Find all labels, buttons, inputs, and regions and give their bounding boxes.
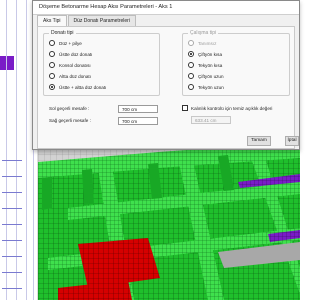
work-option-undefined: Tanımsız — [188, 39, 216, 47]
rebar-type-group-title: Donatı tipi — [49, 30, 76, 36]
radio-label: Üstte + altta düz donatı — [59, 84, 107, 90]
radio-label: Tekyön uzun — [198, 84, 224, 90]
thickness-check-checkbox[interactable] — [182, 105, 188, 111]
cancel-button[interactable]: İptal — [285, 136, 299, 146]
radio-label: Üstte düz donatı — [59, 51, 93, 57]
3d-model-viewport[interactable] — [38, 148, 300, 300]
work-type-group-title: Çalışma tipi — [188, 30, 219, 36]
plan-purple-element — [0, 56, 14, 70]
radio-label: Çiftyön kısa — [198, 51, 222, 57]
work-option-one-way-long[interactable]: Tekyön uzun — [188, 83, 224, 91]
rebar-option-straight-plus-bent[interactable]: Düz + pilye — [49, 39, 82, 47]
radio-button-selected[interactable] — [49, 84, 55, 90]
tab-straight-rebar-parameters[interactable]: Düz Donatı Parametreleri — [67, 15, 136, 26]
radio-button — [188, 40, 194, 46]
clear-span-input: 633.41 cm — [191, 116, 231, 124]
work-option-two-way-short[interactable]: Çiftyön kısa — [188, 50, 222, 58]
rebar-option-bottom-straight[interactable]: Altta düz donatı — [49, 72, 91, 80]
radio-label: Konsol donatısı — [59, 62, 91, 68]
radio-button[interactable] — [49, 62, 55, 68]
work-option-one-way-short[interactable]: Tekyön kısa — [188, 61, 222, 69]
rebar-type-group: Donatı tipi Düz + pilye Üstte düz donatı… — [43, 30, 160, 96]
radio-label: Altta düz donatı — [59, 73, 91, 79]
3d-model-drawing — [38, 148, 300, 300]
radio-button[interactable] — [49, 40, 55, 46]
radio-label: Tekyön kısa — [198, 62, 223, 68]
radio-button[interactable] — [188, 84, 194, 90]
radio-label: Tanımsız — [198, 40, 217, 46]
left-distance-input[interactable]: 700 cm — [118, 105, 158, 113]
plan-axis-tick — [2, 160, 22, 161]
radio-button[interactable] — [49, 73, 55, 79]
radio-button[interactable] — [188, 62, 194, 68]
plan-axis-tick — [2, 256, 22, 257]
plan-grid-line — [16, 0, 17, 300]
radio-button-selected[interactable] — [188, 51, 194, 57]
right-distance-label: Sağ geçerli mesafe : — [49, 118, 91, 123]
plan-axis-tick — [2, 192, 22, 193]
radio-label: Düz + pilye — [59, 40, 82, 46]
right-distance-input[interactable]: 700 cm — [118, 117, 158, 125]
axis-parameters-dialog: Döşeme Betonarme Hesap Aksı Parametreler… — [32, 0, 300, 150]
tab-panel: Donatı tipi Düz + pilye Üstte düz donatı… — [37, 26, 295, 149]
ok-button[interactable]: Tamam — [247, 136, 271, 146]
left-distance-label: Sol geçerli mesafe : — [49, 106, 90, 111]
plan-axis-tick — [2, 224, 22, 225]
work-type-group: Çalışma tipi Tanımsız Çiftyön kısa Tekyö… — [182, 30, 290, 96]
radio-button[interactable] — [49, 51, 55, 57]
plan-axis-tick — [2, 176, 22, 177]
radio-label: Çiftyön uzun — [198, 73, 224, 79]
dialog-title: Döşeme Betonarme Hesap Aksı Parametreler… — [33, 1, 299, 15]
dialog-tabs: Aks Tipi Düz Donatı Parametreleri — [37, 15, 137, 27]
plan-grid-line — [26, 0, 27, 300]
plan-axis-tick — [2, 272, 22, 273]
rebar-option-cantilever[interactable]: Konsol donatısı — [49, 61, 91, 69]
plan-axis-tick — [2, 288, 22, 289]
plan-axis-tick — [2, 240, 22, 241]
radio-button[interactable] — [188, 73, 194, 79]
rebar-option-top-and-bottom[interactable]: Üstte + altta düz donatı — [49, 83, 106, 91]
plan-grid-line — [6, 0, 7, 300]
work-option-two-way-long[interactable]: Çiftyön uzun — [188, 72, 224, 80]
rebar-option-top-straight[interactable]: Üstte düz donatı — [49, 50, 92, 58]
plan-axis-tick — [2, 208, 22, 209]
thickness-check-label: Kalınlık kontrolü için temiz açıklık değ… — [191, 105, 273, 111]
thickness-check-row[interactable]: Kalınlık kontrolü için temiz açıklık değ… — [182, 105, 272, 111]
